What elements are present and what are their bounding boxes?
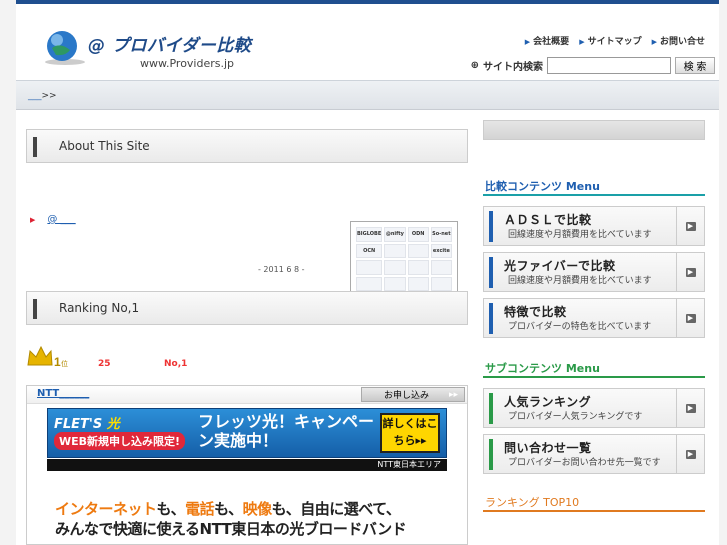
- menu-feature-compare[interactable]: 特徴で比較 プロバイダーの特色を比べています ▶: [483, 298, 705, 338]
- search-button[interactable]: 検 索: [675, 57, 715, 74]
- menu-item-desc: プロバイダーの特色を比べています: [508, 322, 652, 332]
- search-input[interactable]: [547, 57, 671, 74]
- main-content: About This Site @ ___ - 2011 6 8 - BIGLO…: [16, 110, 719, 545]
- ranking-top10-title: ランキング TOP10: [483, 494, 705, 512]
- compare-menu-title: 比較コンテンツ Menu: [483, 178, 705, 196]
- flets-logo: FLET'S 光: [54, 413, 120, 432]
- logo-15: [430, 276, 452, 291]
- right-sidebar: 比較コンテンツ Menu ＡＤＳＬで比較 回線速度や月額費用を比べています ▶ …: [483, 110, 705, 512]
- logo-ocn: OCN: [356, 243, 383, 258]
- logo-13: [384, 276, 406, 291]
- logo-12: [356, 276, 383, 291]
- menu-popular-ranking[interactable]: 人気ランキング プロバイダー人気ランキングです ▶: [483, 388, 705, 428]
- ranking-no: No,1: [164, 359, 188, 369]
- arrow-right-icon[interactable]: ▶: [676, 389, 704, 427]
- ntt-provider-link[interactable]: NTT______: [37, 388, 89, 399]
- breadcrumb-home-link[interactable]: ___: [28, 91, 42, 101]
- flets-campaign-banner[interactable]: FLET'S 光 WEB新規申し込み限定! フレッツ光！キャンペーン実施中！ 詳…: [47, 408, 447, 458]
- menu-contact-list[interactable]: 問い合わせ一覧 プロバイダーお問い合わせ先一覧です ▶: [483, 434, 705, 474]
- menu-adsl-compare[interactable]: ＡＤＳＬで比較 回線速度や月額費用を比べています ▶: [483, 206, 705, 246]
- tagline-line2: みんなで快適に使えるNTT東日本の光ブロードバンド: [55, 520, 407, 538]
- arrow-right-icon[interactable]: ▶: [676, 435, 704, 473]
- left-column: About This Site @ ___ - 2011 6 8 - BIGLO…: [26, 110, 468, 545]
- logo-14: [407, 276, 429, 291]
- campaign-text: フレッツ光！キャンペーン実施中！: [198, 412, 375, 450]
- details-button[interactable]: 詳しくはこちら▸▸: [380, 413, 440, 453]
- about-date: - 2011 6 8 -: [258, 265, 305, 274]
- logo-biglobe: BIGLOBE: [356, 227, 383, 242]
- hikari-text: 光: [106, 417, 120, 432]
- search-icon: ⊕: [470, 60, 479, 71]
- menu-fiber-compare[interactable]: 光ファイバーで比較 回線速度や月額費用を比べています ▶: [483, 252, 705, 292]
- ntt-ranking-card: NTT______ お申し込み FLET'S 光 WEB新規申し込み限定! フレ…: [26, 385, 468, 545]
- nav-company[interactable]: 会社概要: [525, 34, 569, 47]
- ntt-tagline: インターネットも、電話も、映像も、自由に選べて、 みんなで快適に使えるNTT東日…: [55, 499, 407, 539]
- logo-11: [430, 260, 452, 275]
- menu-item-desc: 回線速度や月額費用を比べています: [508, 276, 652, 286]
- site-header: @ プロバイダー比較 www.Providers.jp 会社概要 サイトマップ …: [16, 4, 719, 80]
- svg-text:1: 1: [54, 355, 61, 369]
- about-heading: About This Site: [26, 129, 468, 163]
- logo-9: [384, 260, 406, 275]
- logo-5: [384, 243, 406, 258]
- arrow-right-icon[interactable]: ▶: [676, 299, 704, 337]
- tagline-phone: 電話: [185, 500, 215, 518]
- logo-8: [356, 260, 383, 275]
- about-link[interactable]: @ ___: [30, 214, 75, 225]
- apply-button[interactable]: お申し込み: [361, 387, 465, 402]
- ntt-card-header: NTT______ お申し込み: [27, 386, 467, 404]
- menu-item-title: 人気ランキング: [504, 395, 592, 409]
- sub-menu-title: サブコンテンツ Menu: [483, 360, 705, 378]
- menu-item-desc: プロバイダーお問い合わせ先一覧です: [508, 458, 661, 468]
- site-search: ⊕ サイト内検索 検 索: [471, 57, 715, 74]
- tagline-mo-1: も、: [156, 500, 186, 518]
- search-label: サイト内検索: [483, 62, 543, 73]
- ranking-count: 25: [98, 359, 111, 369]
- menu-item-title: 光ファイバーで比較: [504, 259, 616, 273]
- web-limited-badge: WEB新規申し込み限定!: [54, 432, 186, 450]
- ranking-heading: Ranking No,1: [26, 291, 468, 325]
- flets-text: FLET'S: [54, 417, 103, 432]
- tagline-video: 映像: [242, 500, 273, 518]
- sidebar-top-bar: [483, 120, 705, 140]
- arrow-right-icon[interactable]: ▶: [676, 253, 704, 291]
- globe-logo-icon[interactable]: [40, 26, 90, 66]
- logo-6: [407, 243, 429, 258]
- svg-text:位: 位: [61, 359, 68, 368]
- tagline-rest: も、自由に選べて、: [271, 500, 401, 518]
- tagline-internet: インターネット: [55, 500, 157, 518]
- arrow-right-icon[interactable]: ▶: [676, 207, 704, 245]
- banner-area-label: NTT東日本エリア: [47, 459, 447, 471]
- breadcrumb-separator: >>: [41, 91, 57, 101]
- breadcrumb: ___>>: [16, 80, 719, 110]
- menu-item-title: 問い合わせ一覧: [504, 441, 592, 455]
- nav-sitemap[interactable]: サイトマップ: [579, 34, 642, 47]
- site-title[interactable]: @ プロバイダー比較: [88, 31, 251, 56]
- logo-excite: excite: [430, 243, 452, 258]
- menu-item-desc: プロバイダー人気ランキングです: [508, 412, 643, 422]
- logo-nifty: @nifty: [384, 227, 406, 242]
- about-section: @ ___ - 2011 6 8 - BIGLOBE @nifty ODN So…: [26, 163, 468, 297]
- page: @ プロバイダー比較 www.Providers.jp 会社概要 サイトマップ …: [16, 0, 719, 545]
- menu-item-title: 特徴で比較: [504, 305, 567, 319]
- logo-10: [407, 260, 429, 275]
- tagline-mo-2: も、: [214, 500, 243, 518]
- nav-contact[interactable]: お問い合せ: [652, 34, 705, 47]
- crown-first-place-icon: 1 位: [27, 345, 68, 369]
- site-url: www.Providers.jp: [140, 57, 235, 70]
- ranking-first: 1 位 25 No,1: [26, 325, 468, 385]
- provider-logos-thumbnail[interactable]: BIGLOBE @nifty ODN So-net OCN excite: [350, 221, 458, 297]
- header-nav: 会社概要 サイトマップ お問い合せ: [525, 34, 705, 47]
- menu-item-desc: 回線速度や月額費用を比べています: [508, 230, 652, 240]
- menu-item-title: ＡＤＳＬで比較: [504, 213, 592, 227]
- logo-sonet: So-net: [430, 227, 452, 242]
- logo-odn: ODN: [407, 227, 429, 242]
